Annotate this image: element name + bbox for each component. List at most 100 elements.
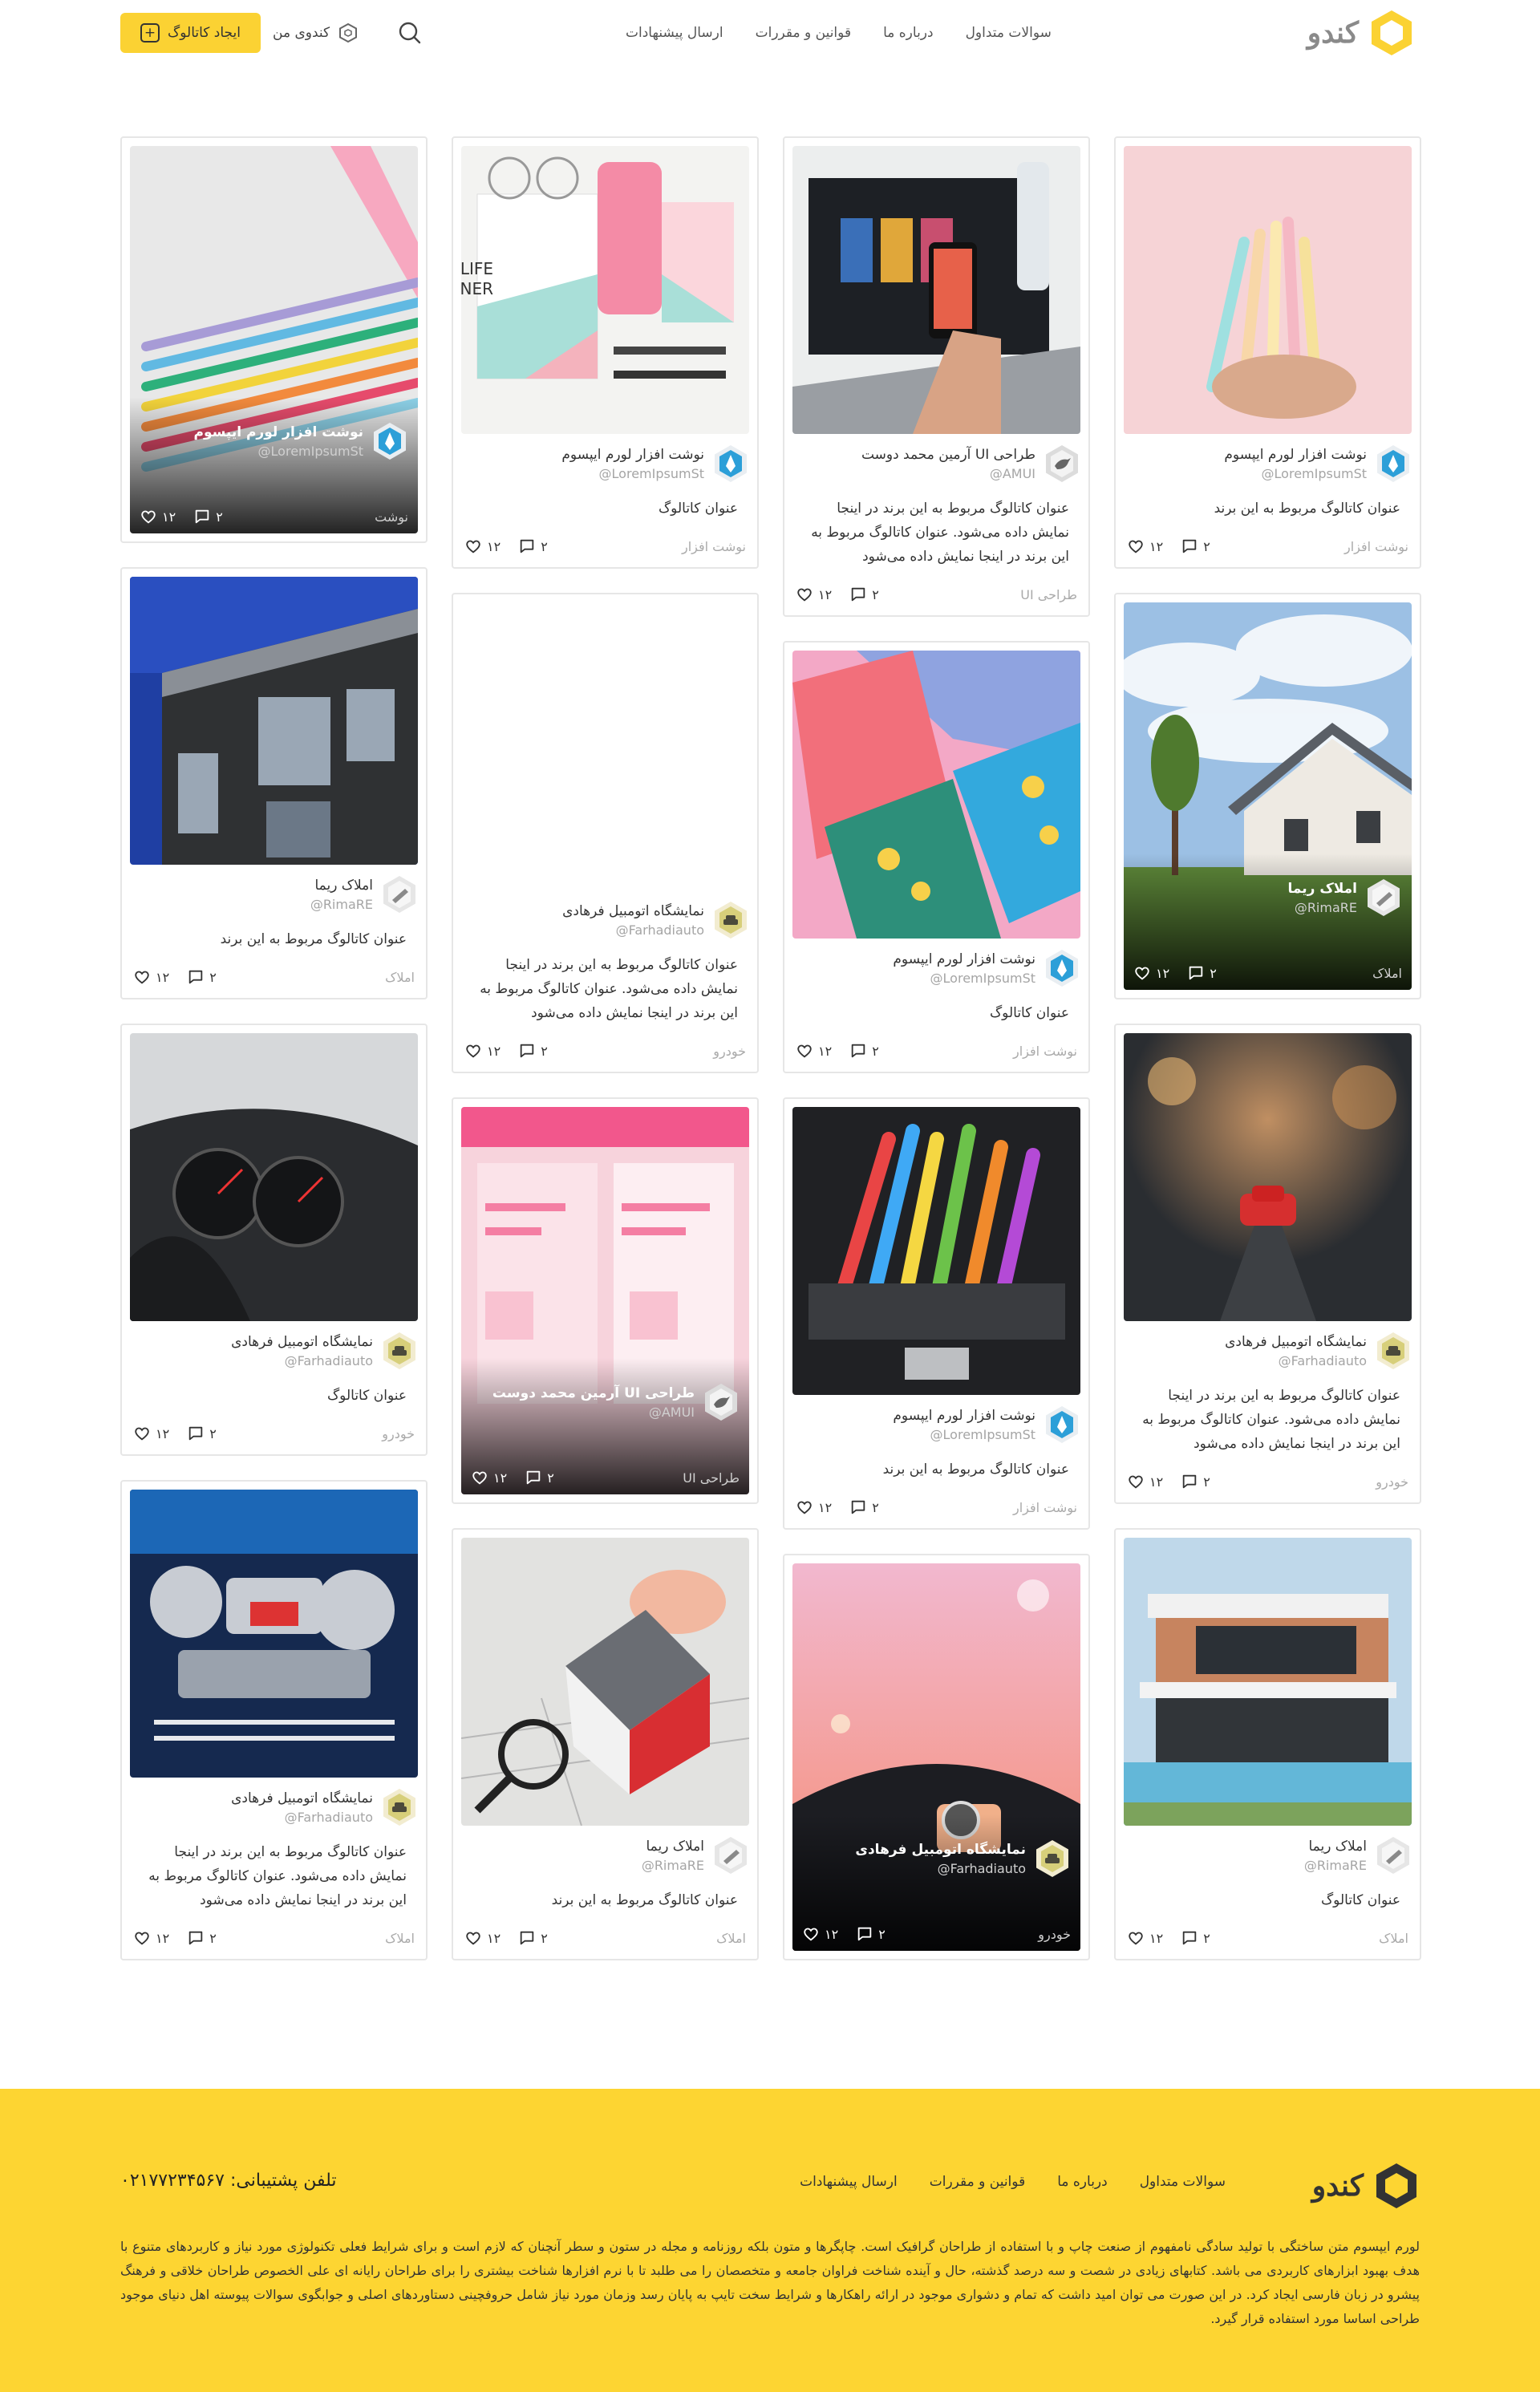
brand-name[interactable]: طراحی UI آرمین محمد دوست [492,1385,695,1401]
brand-name[interactable]: نوشت افزار لورم ایپسوم [193,424,363,440]
brand-row[interactable]: نوشت افزار لورم ایپسوم @LoremIpsumSt [792,1405,1080,1457]
category-label[interactable]: طراحی UI [683,1470,740,1486]
create-catalog-button[interactable]: ایجاد کاتالوگ + [120,13,261,53]
catalog-card[interactable]: نوشت افزار لورم ایپسوم @LoremIpsumSt عنوان… [783,1097,1090,1530]
catalog-title[interactable]: عنوان کاتالوگ مربوط به این برند در اینجا… [130,1840,418,1912]
brand-name[interactable]: طراحی UI آرمین محمد دوست [861,447,1035,463]
like-button[interactable]: ۱۲ [796,586,832,603]
like-button[interactable]: ۱۲ [796,1498,832,1516]
catalog-card[interactable]: املاک ریما @RimaRE عنوان کاتالوگ املاک ۱۲ ۲ [1114,1528,1421,1960]
comment-button[interactable]: ۲ [1181,1929,1210,1947]
like-button[interactable]: ۱۲ [1127,1473,1163,1490]
like-button[interactable]: ۱۲ [1127,1929,1163,1947]
like-button[interactable]: ۱۲ [133,968,169,986]
brand-name[interactable]: نمایشگاه اتومبیل فرهادی [231,1334,373,1350]
category-label[interactable]: خودرو [713,1044,746,1059]
like-button[interactable]: ۱۲ [140,508,176,525]
catalog-image[interactable] [792,146,1080,434]
catalog-card[interactable]: نمایشگاه اتومبیل فرهادی @Farhadiauto خودرو… [783,1554,1090,1960]
catalog-image[interactable] [130,577,418,865]
catalog-card[interactable]: املاک ریما @RimaRE عنوان کاتالوگ مربوط به … [120,567,428,999]
catalog-image[interactable] [792,1107,1080,1395]
catalog-card[interactable]: املاک ریما @RimaRE املاک ۱۲ ۲ [1114,593,1421,999]
category-label[interactable]: طراحی UI [1020,587,1077,602]
catalog-title[interactable]: عنوان کاتالوگ مربوط به این برند [792,1457,1080,1482]
comment-button[interactable]: ۲ [856,1925,886,1943]
site-logo[interactable]: کندو [1307,8,1415,58]
brand-name[interactable]: املاک ریما [310,878,373,894]
catalog-title[interactable]: عنوان کاتالوگ مربوط به این برند در اینجا… [792,497,1080,569]
brand-row[interactable]: طراحی UI آرمین محمد دوست @AMUI [792,444,1080,497]
catalog-card[interactable]: نوشت افزار لورم ایپسوم @LoremIpsumSt عنوان… [783,641,1090,1073]
catalog-title[interactable]: عنوان کاتالوگ [1124,1888,1412,1912]
category-label[interactable]: املاک [1379,1931,1408,1946]
catalog-image[interactable] [130,1490,418,1778]
nav-about[interactable]: درباره ما [883,25,934,41]
comment-button[interactable]: ۲ [849,1498,879,1516]
catalog-title[interactable]: عنوان کاتالوگ [461,497,749,521]
footer-nav-faq[interactable]: سوالات متداول [1140,2174,1226,2190]
comment-button[interactable]: ۲ [525,1469,554,1486]
catalog-card[interactable]: املاک ریما @RimaRE عنوان کاتالوگ مربوط به … [452,1528,759,1960]
like-button[interactable]: ۱۲ [464,1042,500,1060]
catalog-card[interactable]: نوشت افزار لورم ایپسوم @LoremIpsumSt عنوان… [1114,136,1421,569]
like-button[interactable]: ۱۲ [464,1929,500,1947]
category-label[interactable]: املاک [385,970,415,985]
category-label[interactable]: نوشت [375,509,408,525]
category-label[interactable]: خودرو [1376,1474,1408,1490]
comment-button[interactable]: ۲ [187,1425,217,1442]
brand-row[interactable]: نوشت افزار لورم ایپسوم @LoremIpsumSt [792,948,1080,1001]
catalog-card[interactable]: طراحی UI آرمین محمد دوست @AMUI طراحی UI ۱۲ ۲ [452,1097,759,1504]
comment-button[interactable]: ۲ [187,968,217,986]
catalog-title[interactable]: عنوان کاتالوگ مربوط به این برند در اینجا… [1124,1384,1412,1456]
footer-nav-suggestions[interactable]: ارسال پیشنهادات [800,2174,898,2190]
catalog-title[interactable]: عنوان کاتالوگ مربوط به این برند [1124,497,1412,521]
like-button[interactable]: ۱۲ [802,1925,838,1943]
category-label[interactable]: املاک [385,1931,415,1946]
catalog-image[interactable] [1124,146,1412,434]
brand-row[interactable]: نوشت افزار لورم ایپسوم @LoremIpsumSt [461,444,749,497]
comment-button[interactable]: ۲ [1187,964,1217,982]
brand-name[interactable]: نوشت افزار لورم ایپسوم [561,447,704,463]
comment-button[interactable]: ۲ [193,508,223,525]
brand-row[interactable]: نمایشگاه اتومبیل فرهادی @Farhadiauto [802,1839,1071,1879]
brand-row[interactable]: املاک ریما @RimaRE [130,874,418,927]
brand-row[interactable]: نمایشگاه اتومبیل فرهادی @Farhadiauto [1124,1331,1412,1384]
brand-row[interactable]: طراحی UI آرمین محمد دوست @AMUI [471,1382,740,1422]
footer-logo[interactable]: کندو [1312,2161,1420,2211]
category-label[interactable]: خودرو [382,1426,415,1441]
category-label[interactable]: نوشت افزار [682,539,746,554]
category-label[interactable]: نوشت افزار [1013,1044,1077,1059]
brand-row[interactable]: املاک ریما @RimaRE [1133,878,1402,918]
comment-button[interactable]: ۲ [518,1042,548,1060]
catalog-image[interactable] [130,1033,418,1321]
comment-button[interactable]: ۲ [849,1042,879,1060]
brand-name[interactable]: املاک ریما [1304,1839,1367,1855]
category-label[interactable]: نوشت افزار [1344,539,1408,554]
catalog-image[interactable] [461,602,749,890]
category-label[interactable]: املاک [716,1931,746,1946]
catalog-card[interactable]: نمایشگاه اتومبیل فرهادی @Farhadiauto عنوان… [120,1480,428,1960]
catalog-card[interactable]: نمایشگاه اتومبیل فرهادی @Farhadiauto عنوان… [1114,1024,1421,1504]
nav-rules[interactable]: قوانین و مقررات [756,25,851,41]
like-button[interactable]: ۱۲ [1133,964,1169,982]
like-button[interactable]: ۱۲ [133,1929,169,1947]
comment-button[interactable]: ۲ [1181,1473,1210,1490]
catalog-title[interactable]: عنوان کاتالوگ مربوط به این برند [130,927,418,951]
catalog-image[interactable] [1124,1033,1412,1321]
brand-row[interactable]: املاک ریما @RimaRE [1124,1835,1412,1888]
brand-name[interactable]: نمایشگاه اتومبیل فرهادی [1225,1334,1367,1350]
brand-row[interactable]: نمایشگاه اتومبیل فرهادی @Farhadiauto [461,900,749,953]
brand-row[interactable]: نوشت افزار لورم ایپسوم @LoremIpsumSt [140,421,408,461]
catalog-title[interactable]: عنوان کاتالوگ مربوط به این برند در اینجا… [461,953,749,1025]
brand-row[interactable]: املاک ریما @RimaRE [461,1835,749,1888]
like-button[interactable]: ۱۲ [796,1042,832,1060]
brand-name[interactable]: نوشت افزار لورم ایپسوم [1224,447,1367,463]
brand-name[interactable]: املاک ریما [1287,881,1357,897]
catalog-card[interactable]: نمایشگاه اتومبیل فرهادی @Farhadiauto عنوان… [452,593,759,1073]
brand-name[interactable]: نمایشگاه اتومبیل فرهادی [562,903,704,919]
search-icon[interactable] [396,19,424,47]
catalog-image[interactable] [792,651,1080,939]
catalog-title[interactable]: عنوان کاتالوگ [792,1001,1080,1025]
nav-suggestions[interactable]: ارسال پیشنهادات [626,25,723,41]
